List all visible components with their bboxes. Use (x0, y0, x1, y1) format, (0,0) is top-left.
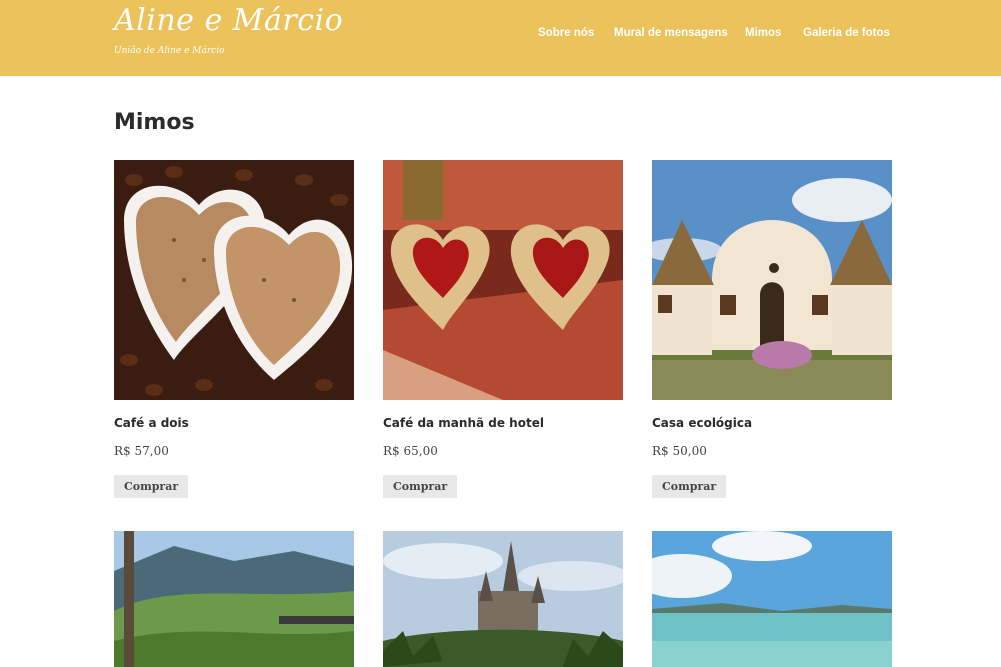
main-navigation: Sobre nós Mural de mensagens Mimos Galer… (0, 27, 1001, 43)
buy-button[interactable]: Comprar (383, 475, 458, 498)
product-name[interactable]: Café da manhã de hotel (383, 416, 623, 430)
nav-item-mural-de-mensagens[interactable]: Mural de mensagens (614, 27, 728, 39)
site-header: Aline e Márcio União de Aline e Márcio S… (0, 0, 1001, 76)
product-image[interactable] (652, 531, 892, 667)
product-name[interactable]: Casa ecológica (652, 416, 892, 430)
buy-button[interactable]: Comprar (652, 475, 727, 498)
site-tagline: União de Aline e Márcio (114, 46, 225, 56)
heart-coffee-cups-photo (114, 160, 354, 400)
product-image[interactable] (383, 531, 623, 667)
beach-sea-photo (652, 531, 892, 667)
heart-pastries-photo (383, 160, 623, 400)
product-image[interactable] (114, 160, 354, 400)
nav-item-mimos[interactable]: Mimos (745, 27, 781, 39)
mountain-valley-photo (114, 531, 354, 667)
buy-button[interactable]: Comprar (114, 475, 189, 498)
page-title: Mimos (114, 110, 195, 135)
product-image[interactable] (383, 160, 623, 400)
product-price: R$ 65,00 (383, 444, 438, 458)
nav-item-sobre-nos[interactable]: Sobre nós (538, 27, 594, 39)
product-image[interactable] (652, 160, 892, 400)
nav-item-galeria-de-fotos[interactable]: Galeria de fotos (803, 27, 890, 39)
product-price: R$ 57,00 (114, 444, 169, 458)
product-price: R$ 50,00 (652, 444, 707, 458)
product-image[interactable] (114, 531, 354, 667)
castle-photo (383, 531, 623, 667)
eco-house-photo (652, 160, 892, 400)
product-name[interactable]: Café a dois (114, 416, 354, 430)
